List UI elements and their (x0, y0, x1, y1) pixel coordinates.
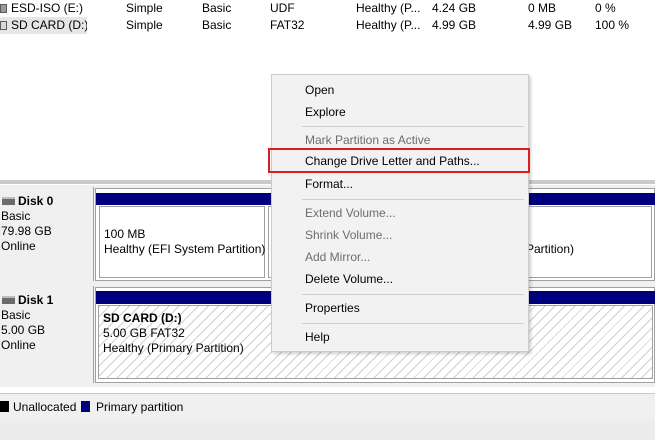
disk-type: Basic (1, 209, 31, 223)
menu-item-mark-partition-active[interactable]: Mark Partition as Active (272, 129, 528, 151)
optical-drive-icon (0, 4, 7, 13)
sd-card-drive-icon (0, 21, 7, 30)
disk-size: 79.98 GB (1, 224, 52, 238)
menu-item-add-mirror[interactable]: Add Mirror... (272, 246, 528, 268)
partition-context-menu: Open Explore Mark Partition as Active Ch… (271, 74, 529, 352)
volume-file-system: UDF (270, 1, 295, 15)
legend-unallocated: Unallocated (13, 400, 77, 414)
partition-name: SD CARD (D:) (103, 311, 182, 325)
volume-row-sd-card[interactable]: SD CARD (D:) Simple Basic FAT32 Healthy … (0, 17, 655, 34)
volume-layout: Simple (126, 18, 163, 32)
partition-size-fs: 5.00 GB FAT32 (103, 326, 185, 340)
volume-percent-free: 0 % (595, 1, 616, 15)
menu-item-properties[interactable]: Properties (272, 297, 528, 319)
volume-percent-free: 100 % (595, 18, 630, 32)
legend-primary: Primary partition (96, 400, 184, 414)
disk-size: 5.00 GB (1, 323, 46, 337)
volume-capacity: 4.24 GB (432, 1, 477, 15)
menu-separator (302, 126, 524, 127)
volume-name-cell: ESD-ISO (E:) (0, 0, 100, 17)
primary-partition-swatch (81, 401, 90, 412)
volume-file-system: FAT32 (270, 18, 305, 32)
volume-status: Healthy (P... (356, 18, 421, 32)
menu-item-format[interactable]: Format... (272, 173, 528, 195)
volume-row-esd-iso[interactable]: ESD-ISO (E:) Simple Basic UDF Healthy (P… (0, 0, 655, 17)
menu-separator (302, 294, 524, 295)
legend: Unallocated Primary partition (0, 393, 655, 420)
disk-title: Disk 1 (18, 293, 54, 307)
volume-free-space: 0 MB (528, 1, 557, 15)
volume-status: Healthy (P... (356, 1, 421, 15)
volume-layout: Simple (126, 1, 163, 15)
volume-name: ESD-ISO (E:) (11, 1, 84, 15)
disk-status: Online (1, 338, 36, 352)
menu-item-delete-volume[interactable]: Delete Volume... (272, 268, 528, 290)
partition-status: Healthy (EFI System Partition) (104, 242, 266, 256)
disk-0-label[interactable]: Disk 0 Basic 79.98 GB Online (0, 187, 94, 281)
menu-item-open[interactable]: Open (272, 79, 528, 101)
menu-separator (302, 199, 524, 200)
volume-name: SD CARD (D:) (11, 18, 87, 32)
hard-disk-icon (2, 197, 15, 205)
volume-capacity: 4.99 GB (432, 18, 477, 32)
disk-1-label[interactable]: Disk 1 Basic 5.00 GB Online (0, 286, 94, 383)
menu-separator (302, 323, 524, 324)
menu-item-help[interactable]: Help (272, 326, 528, 348)
menu-item-explore[interactable]: Explore (272, 101, 528, 123)
menu-item-extend-volume[interactable]: Extend Volume... (272, 202, 528, 224)
partition-status: Healthy (Primary Partition) (103, 341, 244, 355)
volume-type: Basic (202, 18, 232, 32)
volume-name-cell: SD CARD (D:) (0, 17, 87, 34)
volume-type: Basic (202, 1, 232, 15)
status-strip (0, 420, 655, 440)
volume-free-space: 4.99 GB (528, 18, 573, 32)
menu-item-shrink-volume[interactable]: Shrink Volume... (272, 224, 528, 246)
disk-status: Online (1, 239, 36, 253)
menu-item-change-drive-letter[interactable]: Change Drive Letter and Paths... (272, 150, 528, 172)
partition-efi-system[interactable]: 100 MB Healthy (EFI System Partition) (99, 206, 265, 278)
disk-title: Disk 0 (18, 194, 54, 208)
partition-size: 100 MB (104, 227, 146, 241)
disk-type: Basic (1, 308, 31, 322)
unallocated-swatch (0, 401, 9, 412)
hard-disk-icon (2, 296, 15, 304)
